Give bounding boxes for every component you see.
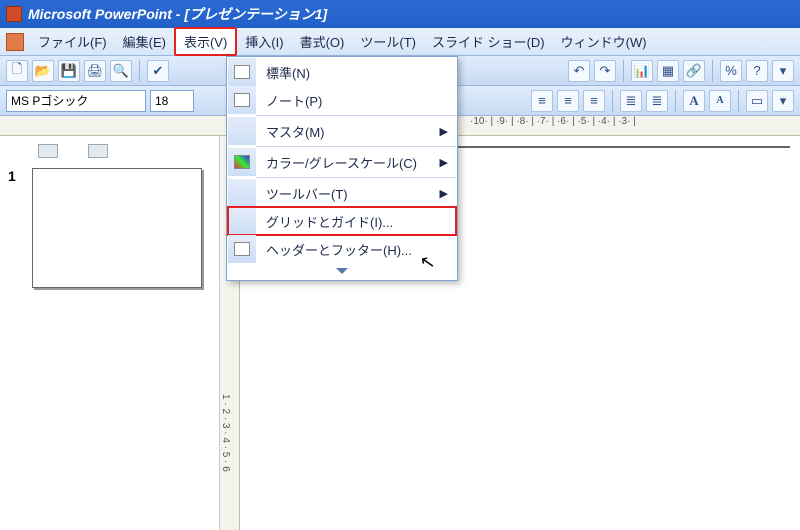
menu-file[interactable]: ファイル(F) bbox=[30, 29, 115, 54]
app-menu-icon[interactable] bbox=[6, 33, 24, 51]
menu-item-label: カラー/グレースケール(C) bbox=[256, 153, 440, 172]
more-button[interactable]: ▾ bbox=[772, 60, 794, 82]
menu-item-normal[interactable]: 標準(N) bbox=[228, 58, 456, 86]
print-button[interactable]: 🖨 bbox=[84, 60, 106, 82]
table-button[interactable]: ▦ bbox=[657, 60, 679, 82]
align-right-button[interactable]: ≡ bbox=[583, 90, 605, 112]
menu-separator bbox=[256, 146, 456, 147]
header-footer-icon bbox=[234, 242, 250, 256]
decrease-font-button[interactable]: A bbox=[709, 90, 731, 112]
menu-item-label: マスタ(M) bbox=[256, 122, 440, 141]
menu-item-label: ノート(P) bbox=[256, 91, 456, 110]
menu-format[interactable]: 書式(O) bbox=[292, 29, 353, 54]
chevron-down-icon bbox=[336, 268, 348, 274]
more-format-button[interactable]: ▾ bbox=[772, 90, 794, 112]
menu-edit[interactable]: 編集(E) bbox=[115, 29, 174, 54]
menu-item-label: ツールバー(T) bbox=[256, 184, 440, 203]
outline-pane[interactable]: 1 bbox=[0, 136, 220, 530]
menu-item-notes[interactable]: ノート(P) bbox=[228, 86, 456, 114]
menu-tools[interactable]: ツール(T) bbox=[352, 29, 424, 54]
save-button[interactable]: 💾 bbox=[58, 60, 80, 82]
separator bbox=[139, 60, 140, 82]
menu-item-label: グリッドとガイド(I)... bbox=[256, 212, 456, 231]
submenu-arrow-icon: ▶ bbox=[440, 156, 456, 169]
tab-outline[interactable] bbox=[38, 144, 58, 158]
separator bbox=[712, 60, 713, 82]
align-left-button[interactable]: ≡ bbox=[531, 90, 553, 112]
increase-font-button[interactable]: A bbox=[683, 90, 705, 112]
submenu-arrow-icon: ▶ bbox=[440, 187, 456, 200]
redo-button[interactable]: ↷ bbox=[594, 60, 616, 82]
undo-button[interactable]: ↶ bbox=[568, 60, 590, 82]
menu-item-label: 標準(N) bbox=[256, 63, 456, 82]
color-grayscale-icon bbox=[234, 155, 250, 169]
menu-item-toolbars[interactable]: ツールバー(T) ▶ bbox=[228, 179, 456, 207]
bullets-button[interactable]: ≣ bbox=[620, 90, 642, 112]
menu-insert[interactable]: 挿入(I) bbox=[237, 29, 291, 54]
separator bbox=[738, 90, 739, 112]
numbering-button[interactable]: ≣ bbox=[646, 90, 668, 112]
notes-view-icon bbox=[234, 93, 250, 107]
menu-view[interactable]: 表示(V) bbox=[174, 27, 237, 56]
separator bbox=[612, 90, 613, 112]
font-name-combo[interactable]: MS Pゴシック bbox=[6, 90, 146, 112]
tab-slides[interactable] bbox=[88, 144, 108, 158]
menu-item-color[interactable]: カラー/グレースケール(C) ▶ bbox=[228, 148, 456, 176]
menu-item-grid-and-guides[interactable]: グリッドとガイド(I)... bbox=[228, 207, 456, 235]
design-button[interactable]: ▭ bbox=[746, 90, 768, 112]
menu-window[interactable]: ウィンドウ(W) bbox=[553, 29, 655, 54]
spellcheck-button[interactable]: ✔ bbox=[147, 60, 169, 82]
menu-bar: ファイル(F) 編集(E) 表示(V) 挿入(I) 書式(O) ツール(T) ス… bbox=[0, 28, 800, 56]
normal-view-icon bbox=[234, 65, 250, 79]
font-size-combo[interactable]: 18 bbox=[150, 90, 194, 112]
menu-item-master[interactable]: マスタ(M) ▶ bbox=[228, 117, 456, 145]
font-size-value: 18 bbox=[155, 94, 168, 108]
zoom-button[interactable]: % bbox=[720, 60, 742, 82]
preview-button[interactable]: 🔍 bbox=[110, 60, 132, 82]
title-bar: Microsoft PowerPoint - [プレゼンテーション1] bbox=[0, 0, 800, 28]
submenu-arrow-icon: ▶ bbox=[440, 125, 456, 138]
app-icon bbox=[6, 6, 22, 22]
font-name-value: MS Pゴシック bbox=[11, 92, 88, 109]
separator bbox=[623, 60, 624, 82]
menu-slideshow[interactable]: スライド ショー(D) bbox=[424, 29, 553, 54]
window-title: Microsoft PowerPoint - [プレゼンテーション1] bbox=[28, 4, 327, 24]
menu-separator bbox=[256, 177, 456, 178]
open-button[interactable]: 📂 bbox=[32, 60, 54, 82]
menu-separator bbox=[256, 115, 456, 116]
help-button[interactable]: ? bbox=[746, 60, 768, 82]
chart-button[interactable]: 📊 bbox=[631, 60, 653, 82]
slide-number: 1 bbox=[8, 168, 16, 184]
outline-tabs bbox=[8, 144, 211, 162]
align-center-button[interactable]: ≡ bbox=[557, 90, 579, 112]
view-menu-dropdown: 標準(N) ノート(P) マスタ(M) ▶ カラー/グレースケール(C) ▶ ツ… bbox=[226, 56, 458, 281]
separator bbox=[675, 90, 676, 112]
new-button[interactable]: 🗋 bbox=[6, 60, 28, 82]
slide-thumbnail[interactable] bbox=[32, 168, 202, 288]
hyperlink-button[interactable]: 🔗 bbox=[683, 60, 705, 82]
